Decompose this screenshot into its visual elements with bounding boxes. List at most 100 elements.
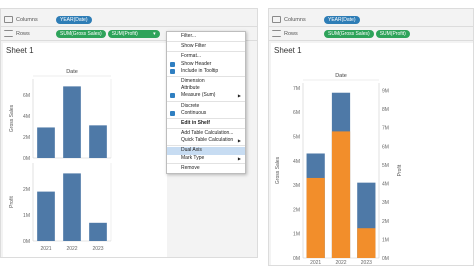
menu-item-label: Mark Type bbox=[181, 154, 205, 161]
column-header: Date bbox=[335, 73, 347, 79]
bar-2022 bbox=[63, 86, 81, 158]
menu-item-mark-type[interactable]: Mark Type ▶ bbox=[167, 155, 245, 162]
menu-item-filter[interactable]: Filter... bbox=[167, 33, 245, 40]
y-tick-label: 1M bbox=[293, 232, 300, 238]
x-tick-label: 2021 bbox=[40, 246, 51, 252]
columns-icon bbox=[272, 16, 281, 23]
rows-shelf[interactable]: Rows SUM(Gross Sales) SUM(Profit) bbox=[269, 28, 473, 39]
y2-tick-label: 3M bbox=[382, 200, 389, 206]
right-dual-axis-chart: Date 0M 1M 2M 3M 4M 5M 6M 7M 0M 1M 2M 3M 4M 5M 6M 7M 8M 9M… bbox=[275, 73, 403, 265]
menu-item-label: Edit in Shelf bbox=[181, 119, 210, 126]
bar-profit-2023 bbox=[357, 228, 376, 258]
y-tick-label: 2M bbox=[293, 207, 300, 213]
profit-pill[interactable]: SUM(Profit) ▾ bbox=[107, 29, 160, 38]
year-date-pill[interactable]: YEAR(Date) bbox=[324, 15, 360, 24]
y2-tick-label: 0M bbox=[382, 256, 389, 262]
y2-tick-label: 6M bbox=[382, 144, 389, 150]
menu-item-label: Remove bbox=[181, 164, 200, 171]
x-tick-label: 2022 bbox=[335, 260, 346, 265]
y2-axis-title: Profit bbox=[397, 164, 403, 176]
rows-shelf-label: Rows bbox=[284, 30, 298, 37]
chevron-down-icon[interactable]: ▾ bbox=[153, 30, 156, 38]
bar-2021 bbox=[37, 191, 55, 241]
y2-tick-label: 2M bbox=[382, 219, 389, 225]
bar-profit-2021 bbox=[306, 177, 325, 258]
menu-separator bbox=[167, 100, 245, 102]
y-axis-title: Gross Sales bbox=[9, 104, 15, 132]
checkmark-icon bbox=[170, 68, 175, 74]
y-tick-label: 5M bbox=[293, 134, 300, 140]
y2-tick-label: 4M bbox=[382, 182, 389, 188]
gross-sales-pill[interactable]: SUM(Gross Sales) bbox=[56, 29, 106, 38]
gross-sales-pill[interactable]: SUM(Gross Sales) bbox=[324, 29, 374, 38]
menu-item-dimension[interactable]: Dimension bbox=[167, 78, 245, 85]
menu-item-show-header[interactable]: Show Header bbox=[167, 61, 245, 68]
y-tick-label: 2M bbox=[23, 135, 30, 141]
menu-item-edit-in-shelf[interactable]: Edit in Shelf bbox=[167, 120, 245, 127]
checkmark-icon bbox=[170, 93, 175, 99]
menu-item-format[interactable]: Format... bbox=[167, 53, 245, 60]
y-tick-label: 4M bbox=[23, 114, 30, 120]
submenu-arrow-icon: ▶ bbox=[237, 138, 241, 144]
y2-tick-label: 9M bbox=[382, 88, 389, 94]
y-tick-label: 0M bbox=[23, 156, 30, 162]
rows-shelf-label: Rows bbox=[16, 30, 30, 37]
menu-item-measure-sum[interactable]: Measure (Sum) ▶ bbox=[167, 92, 245, 99]
profit-pill[interactable]: SUM(Profit) bbox=[375, 29, 410, 38]
submenu-arrow-icon: ▶ bbox=[237, 93, 241, 99]
menu-item-attribute[interactable]: Attribute bbox=[167, 85, 245, 92]
columns-shelf[interactable]: Columns YEAR(Date) bbox=[269, 14, 473, 25]
menu-item-dual-axis[interactable]: Dual Axis bbox=[167, 147, 245, 155]
menu-separator bbox=[167, 75, 245, 77]
y-tick-label: 6M bbox=[23, 93, 30, 99]
y-tick-label: 1M bbox=[23, 213, 30, 219]
bar-profit-2022 bbox=[331, 131, 351, 258]
menu-item-continuous[interactable]: Continuous bbox=[167, 110, 245, 117]
menu-item-include-in-tooltip[interactable]: Include in Tooltip bbox=[167, 68, 245, 75]
field-context-menu: Filter... Show Filter Format... Show Header… bbox=[166, 31, 246, 174]
y-axis-title: Profit bbox=[9, 196, 15, 208]
bar-2023 bbox=[89, 222, 107, 241]
y-tick-label: 2M bbox=[23, 187, 30, 193]
columns-shelf-label: Columns bbox=[16, 16, 38, 23]
x-tick-label: 2021 bbox=[310, 260, 321, 265]
y-tick-label: 0M bbox=[23, 239, 30, 245]
y-tick-label: 6M bbox=[293, 110, 300, 116]
x-tick-label: 2022 bbox=[66, 246, 77, 252]
y-tick-label: 0M bbox=[293, 256, 300, 262]
y2-tick-label: 7M bbox=[382, 126, 389, 132]
year-date-pill[interactable]: YEAR(Date) bbox=[56, 15, 92, 24]
y-axis-title: Gross Sales bbox=[275, 156, 281, 184]
menu-item-quick-table-calculation[interactable]: Quick Table Calculation ▶ bbox=[167, 137, 245, 144]
y2-tick-label: 1M bbox=[382, 237, 389, 243]
checkmark-icon bbox=[170, 110, 175, 116]
menu-item-label: Measure (Sum) bbox=[181, 92, 216, 99]
profit-pill-label: SUM(Profit) bbox=[111, 30, 138, 37]
left-bar-chart: Date 0M 2M 4M 6M Gross Sales 0M 1M 2M Profit 2021 2… bbox=[9, 69, 112, 252]
columns-shelf[interactable]: Columns YEAR(Date) bbox=[1, 14, 257, 25]
menu-item-label: Filter... bbox=[181, 33, 197, 39]
menu-item-label: Discrete bbox=[181, 102, 200, 109]
rows-icon bbox=[272, 30, 281, 37]
menu-item-add-table-calculation[interactable]: Add Table Calculation... bbox=[167, 130, 245, 137]
y2-tick-label: 8M bbox=[382, 107, 389, 113]
menu-separator bbox=[167, 145, 245, 147]
menu-item-label: Include in Tooltip bbox=[181, 67, 219, 74]
y-tick-label: 7M bbox=[293, 86, 300, 92]
y2-tick-label: 5M bbox=[382, 163, 389, 169]
menu-item-label: Add Table Calculation... bbox=[181, 130, 234, 137]
menu-item-remove[interactable]: Remove bbox=[167, 165, 245, 172]
menu-item-label: Quick Table Calculation bbox=[181, 137, 234, 144]
columns-icon bbox=[4, 16, 13, 23]
menu-separator bbox=[167, 117, 245, 119]
checkmark-icon bbox=[170, 61, 175, 67]
menu-item-show-filter[interactable]: Show Filter bbox=[167, 43, 245, 50]
menu-item-label: Show Header bbox=[181, 60, 212, 67]
menu-item-discrete[interactable]: Discrete bbox=[167, 103, 245, 110]
bar-2022 bbox=[63, 173, 81, 241]
submenu-arrow-icon: ▶ bbox=[237, 155, 241, 161]
menu-item-label: Show Filter bbox=[181, 43, 207, 50]
menu-item-label: Attribute bbox=[181, 85, 200, 92]
menu-separator bbox=[167, 162, 245, 164]
rows-icon bbox=[4, 30, 13, 37]
